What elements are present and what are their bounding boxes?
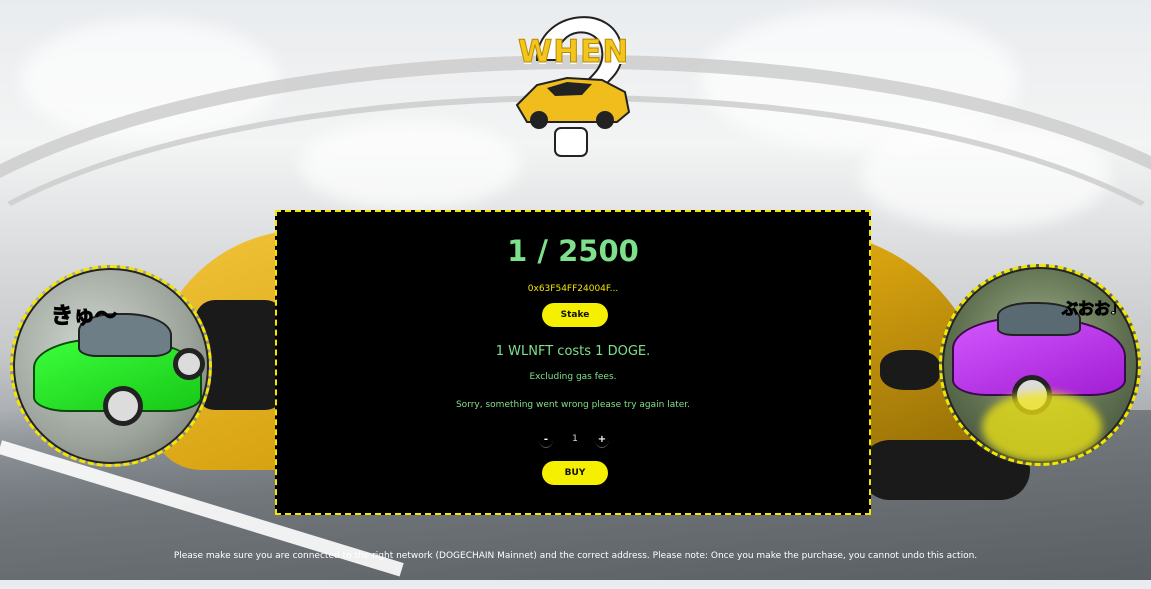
- question-mark-icon: [515, 16, 631, 157]
- price-text: 1 WLNFT costs 1 DOGE.: [495, 344, 651, 359]
- gas-fee-note: Excluding gas fees.: [529, 372, 617, 382]
- network-notice: Please make sure you are connected to th…: [173, 551, 978, 561]
- error-message: Sorry, something went wrong please try a…: [455, 400, 691, 410]
- right-image-caption: ぶおお♪: [1061, 299, 1121, 319]
- when-logo: [507, 0, 641, 162]
- quantity-stepper: - 1 +: [539, 432, 611, 450]
- logo-text: WHEN: [517, 34, 630, 71]
- wallet-address: 0x63F54FF24004F...: [527, 284, 619, 294]
- left-image-caption: きゅ〜: [50, 304, 118, 330]
- decrement-button[interactable]: -: [539, 432, 553, 448]
- mint-panel: 1 / 2500 0x63F54FF24004F... Stake 1 WLNF…: [275, 210, 871, 515]
- green-car-image: きゅ〜: [10, 265, 212, 467]
- increment-button[interactable]: +: [595, 432, 609, 448]
- buy-button[interactable]: BUY: [542, 461, 608, 485]
- purple-car-image: ぶおお♪: [939, 264, 1141, 466]
- quantity-value: 1: [572, 434, 578, 444]
- stake-button[interactable]: Stake: [542, 303, 608, 327]
- mint-supply-counter: 1 / 2500: [507, 234, 639, 268]
